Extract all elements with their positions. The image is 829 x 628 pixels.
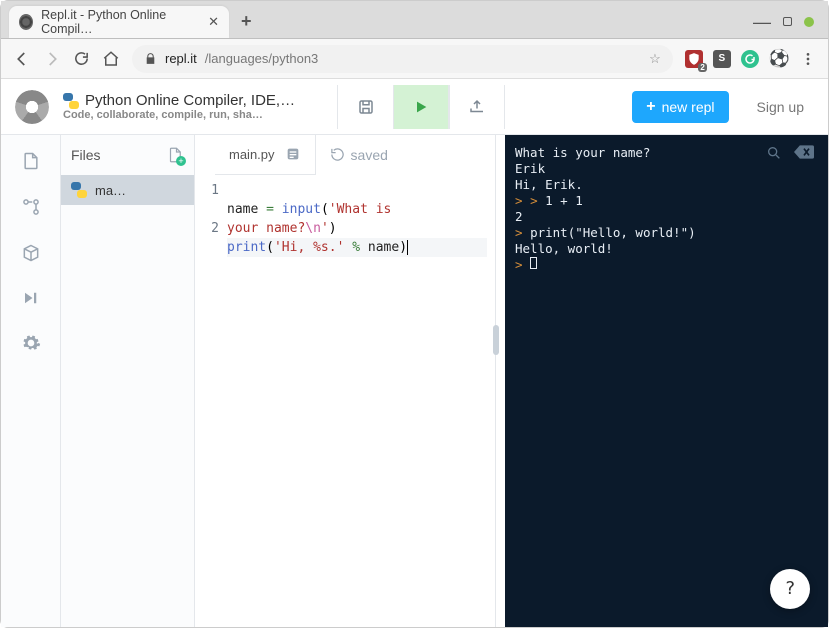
add-plus-icon: +	[176, 156, 186, 166]
reload-button[interactable]	[73, 50, 90, 67]
run-button[interactable]	[393, 85, 449, 129]
grammarly-icon[interactable]	[741, 50, 759, 68]
python-icon	[71, 182, 87, 198]
term-line: Hello, world!	[515, 241, 818, 257]
help-button[interactable]: ?	[770, 569, 810, 609]
url-domain: repl.it	[165, 51, 197, 66]
term-line: >	[515, 257, 818, 273]
tab-menu-icon[interactable]	[285, 146, 301, 162]
terminal-cursor	[530, 257, 537, 269]
files-icon[interactable]	[21, 151, 41, 171]
back-button[interactable]	[13, 50, 31, 68]
app-header: Python Online Compiler, IDE,… Code, coll…	[1, 79, 828, 135]
forward-button[interactable]	[43, 50, 61, 68]
debugger-icon[interactable]	[21, 289, 41, 307]
editor-tab[interactable]: main.py	[215, 135, 316, 175]
file-item[interactable]: ma…	[61, 175, 194, 205]
pane-splitter[interactable]	[495, 135, 505, 627]
saved-indicator: saved	[316, 147, 388, 163]
close-tab-icon[interactable]: ✕	[208, 14, 219, 30]
window-minimize-icon[interactable]: —	[753, 17, 771, 27]
settings-icon[interactable]	[21, 333, 41, 353]
packages-icon[interactable]	[21, 243, 41, 263]
browser-titlebar: Repl.it - Python Online Compil… ✕ + —	[1, 1, 828, 39]
files-pane: Files + ma…	[61, 135, 195, 627]
soccer-icon[interactable]: ⚽	[769, 49, 790, 69]
code-content[interactable]: name = input('What is your name?\n') pri…	[227, 181, 495, 627]
page-title: Python Online Compiler, IDE,…	[85, 92, 295, 109]
term-line: Erik	[515, 161, 818, 177]
term-line: Hi, Erik.	[515, 177, 818, 193]
save-button[interactable]	[337, 85, 393, 129]
star-icon[interactable]: ☆	[649, 51, 661, 67]
add-file-button[interactable]: +	[166, 146, 184, 164]
sign-up-link[interactable]: Sign up	[757, 99, 804, 115]
window-controls: —	[753, 17, 820, 27]
lock-icon	[144, 52, 157, 65]
side-rail	[1, 135, 61, 627]
saved-label: saved	[351, 147, 388, 163]
replit-logo-icon[interactable]	[15, 90, 49, 124]
clear-icon[interactable]	[794, 145, 814, 161]
extension-icons: 2 S ⚽	[685, 49, 816, 69]
new-repl-button[interactable]: + new repl	[632, 91, 728, 123]
share-button[interactable]	[449, 85, 505, 129]
term-line: > print("Hello, world!")	[515, 225, 818, 241]
tab-title: Repl.it - Python Online Compil…	[41, 8, 200, 36]
address-bar[interactable]: repl.it/languages/python3 ☆	[132, 45, 673, 73]
file-name: ma…	[95, 183, 126, 198]
page-subtitle: Code, collaborate, compile, run, sha…	[63, 109, 323, 121]
line-gutter: 1 2	[195, 181, 227, 627]
window-close-icon[interactable]	[804, 17, 814, 27]
python-icon	[63, 93, 79, 109]
plus-icon: +	[646, 98, 655, 116]
url-path: /languages/python3	[205, 51, 318, 66]
editor-tab-label: main.py	[229, 147, 275, 162]
line-number: 1	[195, 181, 219, 200]
browser-tab[interactable]: Repl.it - Python Online Compil… ✕	[9, 6, 229, 38]
line-number: 2	[195, 219, 219, 238]
replit-favicon	[19, 14, 33, 30]
splitter-grip-icon[interactable]	[493, 325, 499, 355]
new-tab-button[interactable]: +	[241, 11, 252, 32]
ublock-icon[interactable]: 2	[685, 50, 703, 68]
browser-menu-icon[interactable]	[800, 51, 816, 67]
ublock-badge: 2	[698, 63, 706, 72]
browser-toolbar: repl.it/languages/python3 ☆ 2 S ⚽	[1, 39, 828, 79]
files-heading: Files	[71, 147, 101, 163]
ext-s-icon[interactable]: S	[713, 50, 731, 68]
search-icon[interactable]	[766, 145, 782, 161]
home-button[interactable]	[102, 50, 120, 68]
term-line: 2	[515, 209, 818, 225]
terminal-pane[interactable]: What is your name? Erik Hi, Erik. > > 1 …	[505, 135, 828, 627]
term-line: > > 1 + 1	[515, 193, 818, 209]
version-control-icon[interactable]	[21, 197, 41, 217]
text-cursor	[407, 240, 408, 255]
window-maximize-icon[interactable]	[783, 17, 792, 26]
code-editor[interactable]: 1 2 name = input('What is your name?\n')…	[195, 175, 495, 627]
new-repl-label: new repl	[662, 99, 715, 115]
editor-pane: main.py saved 1 2 name = input('What is …	[195, 135, 495, 627]
